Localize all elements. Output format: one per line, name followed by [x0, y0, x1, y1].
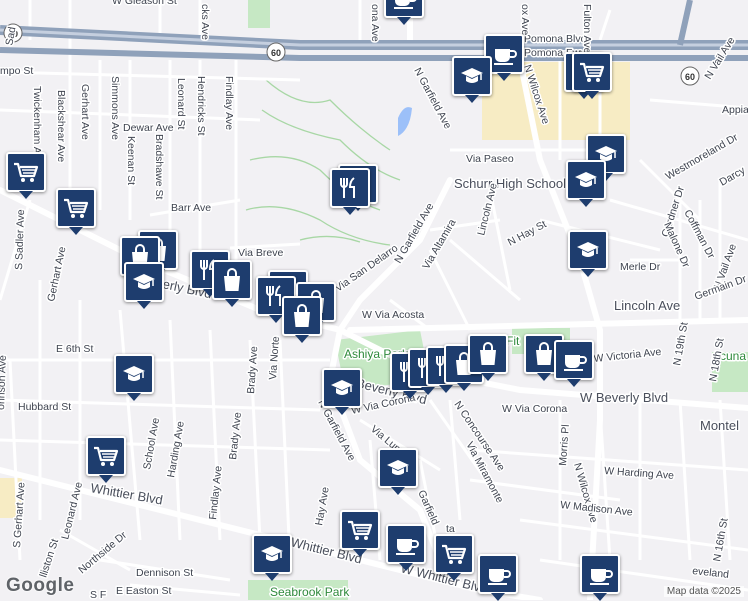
highway-60-shield-label: 60	[685, 72, 695, 82]
label-vil-ave-top: ox Ave	[519, 4, 531, 35]
school-marker[interactable]	[568, 230, 608, 277]
school-icon	[123, 366, 145, 381]
google-logo: Google	[6, 575, 75, 596]
shopping-cart-icon	[64, 198, 89, 218]
school-icon	[387, 460, 409, 475]
coffee-marker[interactable]	[554, 340, 594, 387]
coffee-icon	[494, 49, 517, 65]
school-marker[interactable]	[252, 534, 292, 581]
school-icon	[261, 546, 283, 561]
school-marker[interactable]	[452, 56, 492, 103]
coffee-icon	[564, 355, 587, 371]
label-hubbard-st: Hubbard St	[18, 401, 71, 413]
grocery-marker[interactable]	[86, 436, 126, 483]
coffee-marker[interactable]	[386, 524, 426, 571]
label-seabrook-park: Seabrook Park	[270, 585, 350, 599]
shopping-bag-icon	[294, 304, 310, 327]
coffee-icon	[590, 569, 613, 585]
label-lincoln-ave: Lincoln Ave	[614, 298, 680, 313]
restaurant-marker[interactable]	[330, 168, 370, 215]
shopping-cart-icon	[580, 62, 605, 82]
park-area-north	[248, 0, 270, 28]
school-icon	[133, 274, 155, 289]
label-leonard-st: Leonard St	[175, 78, 187, 129]
label-s-ford: S F	[90, 589, 106, 600]
highway-60-shield-label: 60	[271, 48, 281, 58]
label-e-easton-st: E Easton St	[116, 585, 172, 597]
label-simmons-ave: Simmons Ave	[109, 76, 121, 140]
coffee-icon	[488, 569, 511, 585]
label-schurr-high-school: Schurr High School	[454, 176, 566, 191]
shopping-bag-icon	[224, 268, 240, 291]
label-appia: Appia	[722, 104, 748, 116]
label-dewar-ave: Dewar Ave	[123, 122, 174, 134]
school-marker[interactable]	[378, 448, 418, 495]
shopping-marker[interactable]	[468, 334, 508, 381]
label-w-beverly-blvd: W Beverly Blvd	[580, 390, 668, 405]
label-fulton-ave: Fulton Ave	[581, 4, 593, 54]
label-w-via-corona-east: W Via Corona	[502, 403, 567, 415]
grocery-marker[interactable]	[56, 188, 96, 235]
shopping-marker[interactable]	[282, 296, 322, 343]
coffee-icon	[394, 0, 417, 9]
label-w-via-acosta: W Via Acosta	[362, 309, 424, 321]
restaurant-icon	[340, 177, 355, 198]
label-via-breve: Via Breve	[238, 247, 283, 259]
school-icon	[331, 380, 353, 395]
coffee-marker[interactable]	[384, 0, 424, 25]
school-marker[interactable]	[124, 262, 164, 309]
label-hendricks-st-north: Hendricks St	[195, 76, 207, 136]
label-montebello: Montel	[700, 418, 739, 433]
coffee-marker[interactable]	[478, 554, 518, 601]
coffee-icon	[396, 539, 419, 555]
shopping-marker[interactable]	[212, 260, 252, 307]
shopping-cart-icon	[348, 520, 373, 540]
label-keenan-st: Keenan St	[125, 136, 137, 185]
label-pomona-blvd: Pomona Blvd	[524, 33, 587, 45]
shopping-cart-icon	[14, 162, 39, 182]
label-e-6th-st: E 6th St	[56, 343, 93, 355]
school-icon	[577, 242, 599, 257]
label-merle-dr: Merle Dr	[620, 261, 661, 273]
shopping-cart-icon	[442, 544, 467, 564]
grocery-marker[interactable]	[572, 52, 612, 99]
shopping-cart-icon	[94, 446, 119, 466]
coffee-marker[interactable]	[580, 554, 620, 601]
label-dennison-st: Dennison St	[136, 567, 193, 579]
shopping-bag-icon	[480, 342, 496, 365]
school-marker[interactable]	[114, 354, 154, 401]
label-ona-ave: ona Ave	[369, 4, 381, 42]
label-barr-ave: Barr Ave	[171, 202, 211, 214]
label-gerhart-ave-north: Gerhart Ave	[79, 84, 91, 140]
map-attribution: Map data ©2025	[663, 586, 744, 597]
label-findlay-ave-north: Findlay Ave	[223, 76, 235, 130]
school-marker[interactable]	[566, 160, 606, 207]
label-bradshawe-st: Bradshawe St	[153, 134, 165, 199]
label-via-paseo: Via Paseo	[466, 153, 514, 165]
school-icon	[575, 172, 597, 187]
grocery-marker[interactable]	[6, 152, 46, 199]
label-w-gleason-st: W Gleason St	[112, 0, 177, 7]
label-ampo-st: mpo St	[0, 65, 33, 77]
label-blackshear-ave: Blackshear Ave	[55, 90, 67, 162]
school-icon	[461, 68, 483, 83]
grocery-marker[interactable]	[340, 510, 380, 557]
label-ks-ave: cks Ave	[199, 4, 211, 40]
grocery-marker[interactable]	[434, 534, 474, 581]
school-marker[interactable]	[322, 368, 362, 415]
label-s-sadler-ave: S Sadler Ave	[13, 209, 27, 270]
label-fitness: Fit	[506, 334, 520, 348]
